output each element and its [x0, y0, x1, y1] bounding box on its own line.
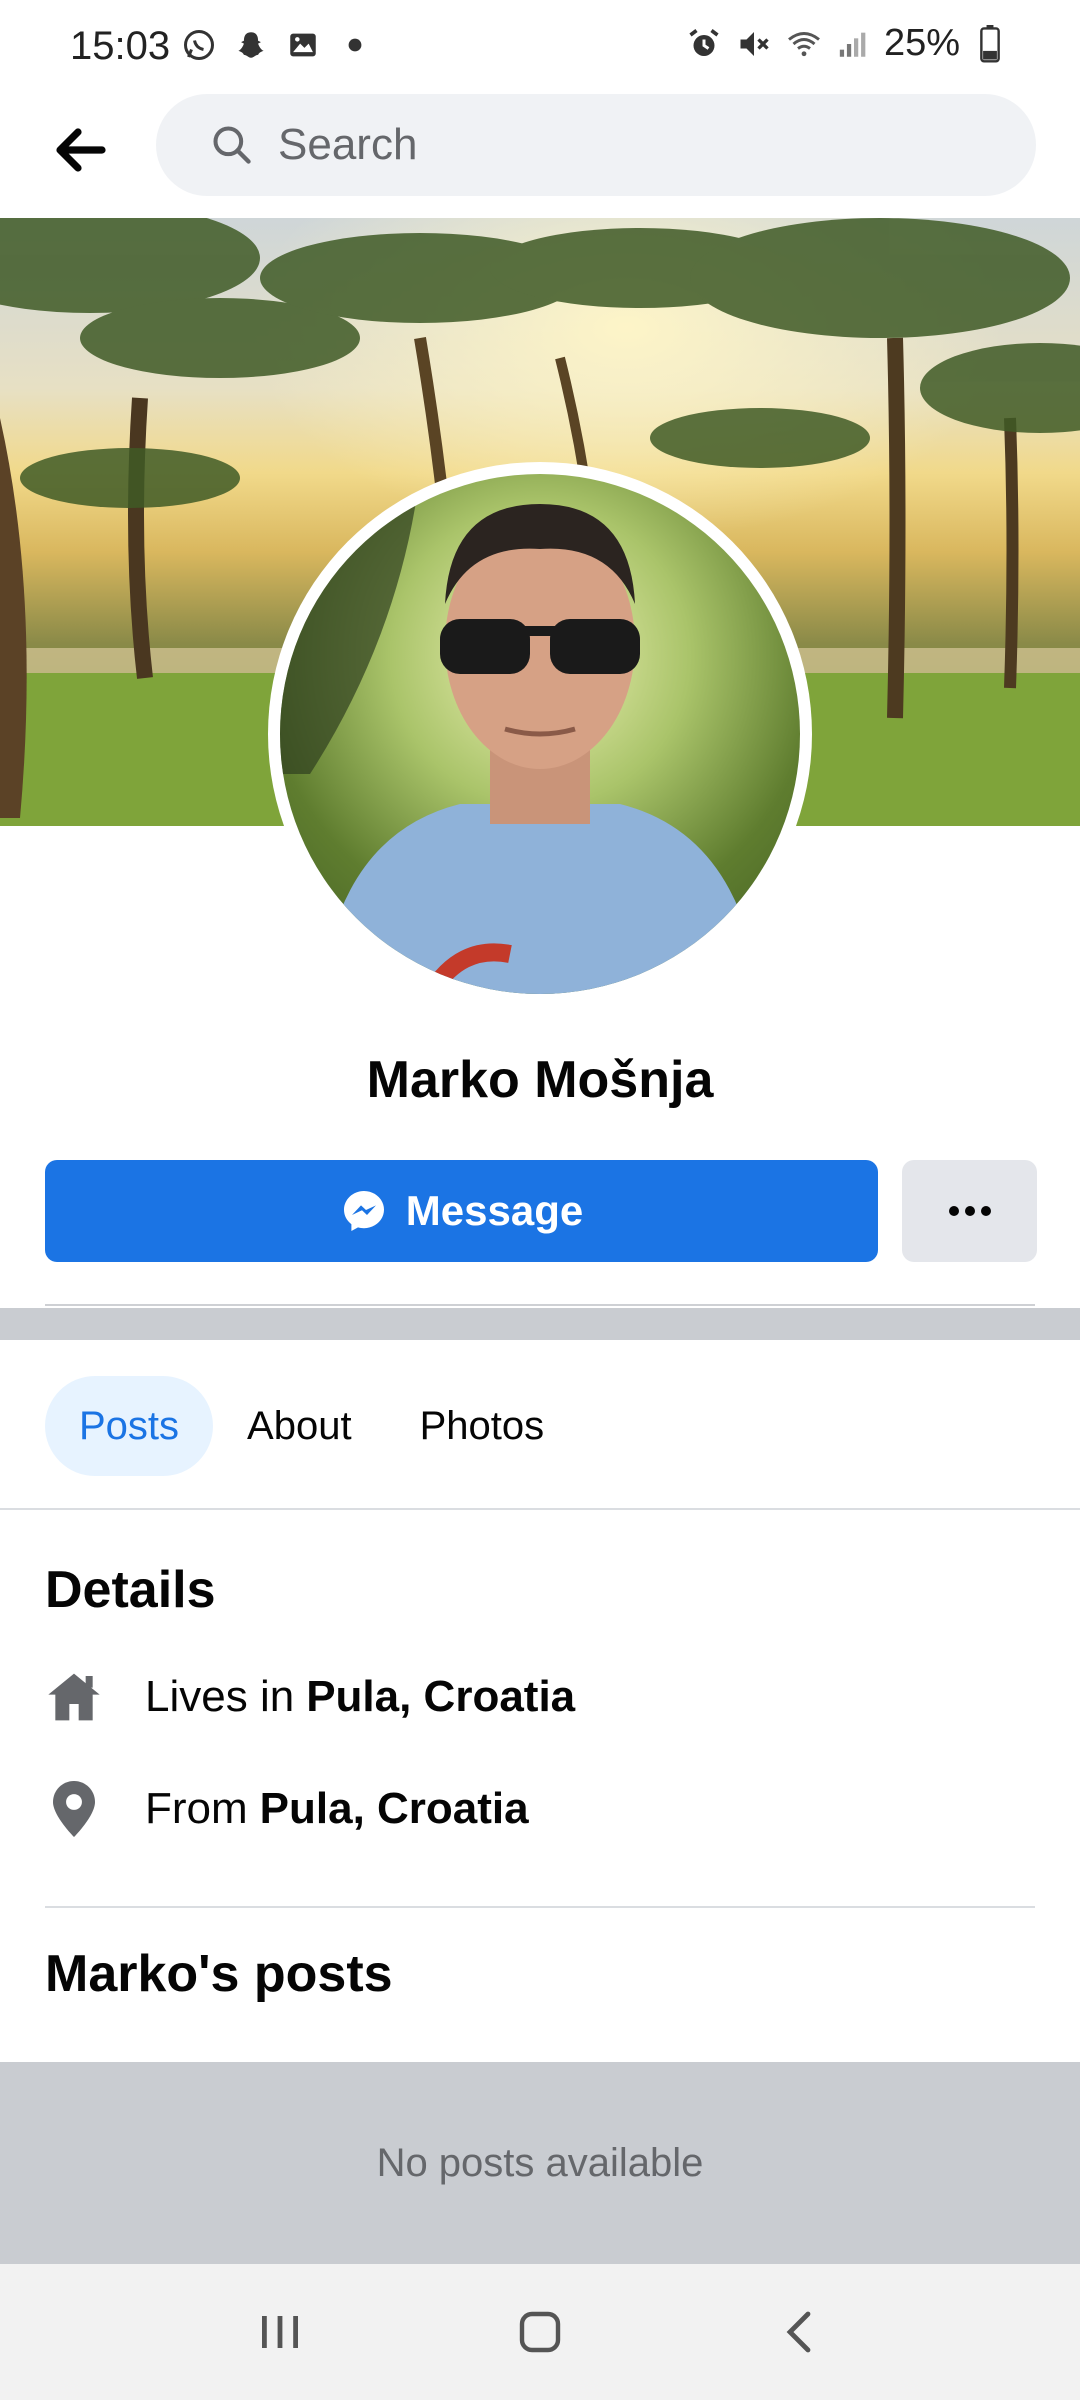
- divider: [0, 1508, 1080, 1510]
- battery-percentage: 25%: [883, 22, 960, 64]
- profile-name: Marko Mošnja: [366, 1051, 714, 1109]
- snapchat-icon: [232, 26, 270, 64]
- tab-photos[interactable]: Photos: [386, 1376, 579, 1476]
- more-icon: [948, 1206, 991, 1216]
- tab-posts[interactable]: Posts: [45, 1376, 214, 1476]
- more-options-button[interactable]: [902, 1160, 1037, 1262]
- search-icon: [213, 126, 251, 164]
- detail-lives-in: Lives in Pula, Croatia: [45, 1668, 575, 1726]
- divider: [45, 1906, 1035, 1908]
- lives-prefix: Lives in: [145, 1672, 295, 1721]
- detail-from: From Pula, Croatia: [45, 1780, 529, 1838]
- posts-heading: Marko's posts: [45, 1945, 393, 2003]
- recent-apps-button[interactable]: [235, 2287, 325, 2377]
- search-input[interactable]: Search: [156, 94, 1036, 196]
- home-square-icon: [519, 2311, 561, 2353]
- status-bar: 15:03 25%: [0, 0, 1080, 90]
- status-system-icons: 25%: [684, 22, 1010, 65]
- back-button[interactable]: [755, 2287, 845, 2377]
- gallery-icon: [284, 26, 322, 64]
- home-button[interactable]: [495, 2287, 585, 2377]
- message-button[interactable]: Message: [45, 1160, 878, 1262]
- location-pin-icon: [45, 1780, 103, 1838]
- tab-about[interactable]: About: [213, 1376, 386, 1476]
- whatsapp-icon: [180, 26, 218, 64]
- battery-icon: [970, 24, 1010, 64]
- alarm-icon: [684, 24, 724, 64]
- status-time: 15:03: [70, 24, 171, 68]
- back-arrow-icon[interactable]: [50, 120, 110, 180]
- messenger-icon: [343, 1191, 384, 1231]
- home-icon: [45, 1668, 103, 1726]
- back-chevron-icon: [786, 2311, 811, 2353]
- avatar: [280, 474, 800, 994]
- from-prefix: From: [145, 1784, 248, 1833]
- from-place[interactable]: Pula, Croatia: [260, 1784, 529, 1834]
- empty-posts-message: No posts available: [0, 2062, 1080, 2264]
- mute-icon: [734, 24, 774, 64]
- status-notification-icons: [180, 26, 374, 64]
- message-label: Message: [405, 1187, 584, 1234]
- wifi-icon: [784, 24, 824, 64]
- system-navigation-bar: [0, 2264, 1080, 2400]
- signal-icon: [834, 24, 874, 64]
- details-heading: Details: [45, 1561, 216, 1619]
- dot-icon: [336, 26, 374, 64]
- top-navigation: Search: [0, 90, 1080, 218]
- profile-picture[interactable]: [268, 462, 812, 1006]
- section-separator: [0, 1308, 1080, 1340]
- lives-place[interactable]: Pula, Croatia: [306, 1672, 575, 1722]
- search-placeholder: Search: [278, 120, 418, 169]
- recent-apps-icon: [262, 2316, 298, 2348]
- divider: [45, 1304, 1035, 1306]
- profile-tabs: Posts About Photos: [45, 1376, 578, 1476]
